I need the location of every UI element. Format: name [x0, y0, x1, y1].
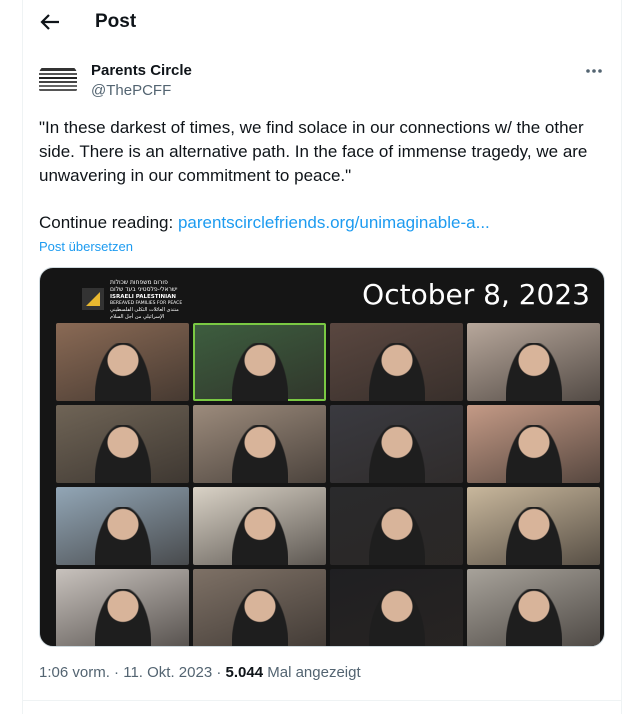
- participant-video-tile: [330, 487, 463, 565]
- participant-silhouette: [505, 343, 562, 401]
- participant-silhouette: [94, 589, 151, 646]
- participant-video-tile: [467, 323, 600, 401]
- participant-silhouette: [505, 589, 562, 646]
- continue-label: Continue reading:: [39, 213, 174, 232]
- views-label: Mal angezeigt: [267, 664, 361, 681]
- participant-video-tile: [467, 569, 600, 646]
- participant-silhouette: [368, 425, 425, 483]
- participant-silhouette: [505, 425, 562, 483]
- continue-reading: Continue reading: parentscirclefriends.o…: [39, 211, 490, 235]
- header: Post: [23, 0, 621, 46]
- translate-link[interactable]: Post übersetzen: [39, 239, 133, 254]
- organization-logo: פורום משפחות שכולות ישראלי-פלסטיני בעד ש…: [82, 276, 222, 322]
- participant-video-tile: [330, 405, 463, 483]
- participant-video-tile: [56, 569, 189, 646]
- logo-line-1: פורום משפחות שכולות: [110, 279, 168, 286]
- participant-silhouette: [368, 507, 425, 565]
- media-image[interactable]: פורום משפחות שכולות ישראלי-פלסטיני בעד ש…: [39, 267, 605, 647]
- post-page: Post Parents Circle @ThePCFF "In these d…: [22, 0, 622, 714]
- participant-silhouette: [231, 507, 288, 565]
- tweet-text: "In these darkest of times, we find sola…: [39, 118, 588, 185]
- participant-video-tile: [467, 405, 600, 483]
- more-options-icon[interactable]: [583, 62, 605, 80]
- post-date[interactable]: 11. Okt. 2023: [123, 664, 212, 681]
- participant-silhouette: [231, 425, 288, 483]
- participant-silhouette: [368, 343, 425, 401]
- participant-video-tile: [56, 323, 189, 401]
- participant-silhouette: [231, 589, 288, 646]
- participant-silhouette: [94, 343, 151, 401]
- page-title: Post: [95, 11, 137, 32]
- logo-line-2: ישראלי-פלסטיני בעד שלום: [110, 286, 178, 293]
- post-meta: 1:06 vorm. · 11. Okt. 2023 · 5.044 Mal a…: [39, 664, 361, 681]
- author-handle[interactable]: @ThePCFF: [91, 82, 171, 99]
- participant-silhouette: [231, 343, 288, 401]
- media-date-label: October 8, 2023: [362, 278, 590, 311]
- logo-line-3: ISRAELI PALESTINIAN: [110, 294, 176, 300]
- divider: [23, 700, 621, 701]
- logo-line-6: الإسرائيلي من أجل السلام: [110, 313, 164, 320]
- back-arrow-icon[interactable]: [39, 11, 61, 33]
- participant-video-tile: [193, 405, 326, 483]
- logo-line-5: منتدى العائلات الثكلى الفلسطيني: [110, 307, 179, 313]
- participant-video-tile: [467, 487, 600, 565]
- view-count: 5.044: [225, 664, 264, 681]
- participant-video-tile: [330, 569, 463, 646]
- participant-video-tile: [56, 487, 189, 565]
- participant-video-tile: [193, 323, 326, 401]
- avatar[interactable]: [37, 60, 79, 102]
- participant-video-tile: [193, 569, 326, 646]
- participant-silhouette: [505, 507, 562, 565]
- participant-silhouette: [368, 589, 425, 646]
- logo-line-4: BEREAVED FAMILIES FOR PEACE: [110, 300, 182, 306]
- post-time[interactable]: 1:06 vorm.: [39, 664, 110, 681]
- participant-silhouette: [94, 507, 151, 565]
- participant-video-tile: [193, 487, 326, 565]
- participant-video-tile: [56, 405, 189, 483]
- participant-silhouette: [94, 425, 151, 483]
- author-name[interactable]: Parents Circle: [91, 62, 192, 79]
- tweet-link[interactable]: parentscirclefriends.org/unimaginable-a.…: [178, 213, 490, 232]
- participant-video-tile: [330, 323, 463, 401]
